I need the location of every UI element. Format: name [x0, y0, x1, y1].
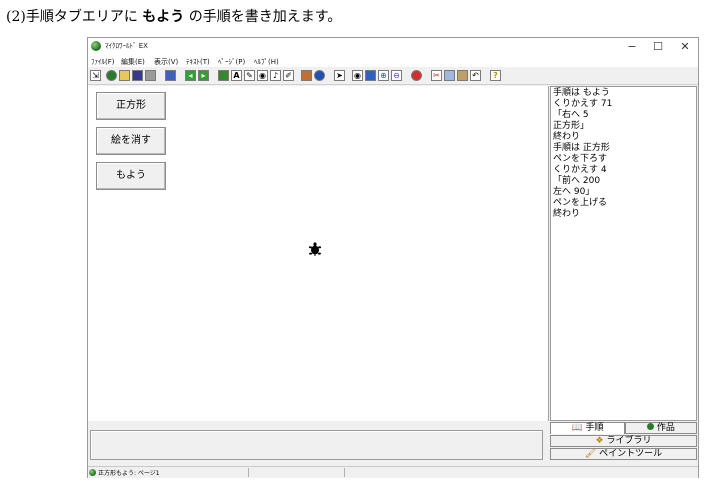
- sprite-icon[interactable]: [301, 70, 312, 81]
- menu-help[interactable]: ﾍﾙﾌﾟ(H): [254, 57, 279, 67]
- title-bar: ﾏｲｸﾛﾜｰﾙﾄﾞ EX − ☐ ✕: [88, 38, 698, 55]
- code-line: 左へ 90」: [553, 187, 595, 197]
- eye-icon[interactable]: ◉: [257, 70, 268, 81]
- code-line: くりかえす 4: [553, 165, 607, 175]
- drawing-canvas[interactable]: 正方形 絵を消す もよう: [88, 86, 549, 421]
- open-folder-icon[interactable]: [119, 70, 130, 81]
- message-area[interactable]: [90, 430, 543, 460]
- copy-icon[interactable]: [444, 70, 455, 81]
- status-text: 正方形もよう: ページ1: [98, 470, 160, 477]
- tab-procedure[interactable]: 📖 手順: [550, 422, 625, 434]
- tab-library-label: ライブラリ: [606, 436, 652, 446]
- back-arrow-icon[interactable]: ◂: [185, 70, 196, 81]
- list-icon[interactable]: [165, 70, 176, 81]
- pin-icon[interactable]: ⇲: [90, 70, 101, 81]
- menu-bar: ﾌｧｲﾙ(F) 編集(E) 表示(V) ﾃｷｽﾄ(T) ﾍﾟｰｼﾞ(P) ﾍﾙﾌ…: [88, 55, 698, 67]
- print-icon[interactable]: [145, 70, 156, 81]
- maximize-button[interactable]: ☐: [645, 39, 671, 54]
- caption-prefix: (2)手順タブエリアに: [6, 9, 143, 25]
- status-bar: 正方形もよう: ページ1: [88, 466, 698, 478]
- code-line: 終わり: [553, 209, 581, 219]
- globe-icon: [647, 423, 655, 430]
- tab-works-label: 作品: [656, 423, 675, 433]
- code-line: ペンを上げる: [553, 198, 608, 208]
- code-line: ペンを下ろす: [553, 154, 608, 164]
- minimize-button[interactable]: −: [619, 39, 645, 54]
- code-line: 「前へ 200: [553, 176, 601, 186]
- text-box-icon[interactable]: A: [231, 70, 242, 81]
- code-line: 終わり: [553, 132, 581, 142]
- scissors-icon[interactable]: ✂: [431, 70, 442, 81]
- code-line: 「右へ 5: [553, 110, 589, 120]
- cursor-icon[interactable]: ➤: [334, 70, 345, 81]
- procedure-editor[interactable]: 手順は もよう くりかえす 71 「右へ 5 正方形」 終わり 手順は 正方形 …: [550, 86, 697, 421]
- instruction-caption: (2)手順タブエリアに もよう の手順を書き加えます。: [6, 6, 341, 26]
- music-icon[interactable]: ♪: [270, 70, 281, 81]
- close-button[interactable]: ✕: [672, 39, 698, 54]
- menu-view[interactable]: 表示(V): [154, 57, 178, 67]
- undo-icon[interactable]: ↶: [470, 70, 481, 81]
- book-icon: 📖: [571, 423, 583, 433]
- zoom-in-icon[interactable]: ⊕: [378, 70, 389, 81]
- stamp-icon[interactable]: [365, 70, 376, 81]
- view-icon[interactable]: ◉: [352, 70, 363, 81]
- turtle-icon[interactable]: [308, 242, 322, 256]
- tab-paint-tool[interactable]: 🖌 ペイントツール: [550, 448, 697, 460]
- pattern-button[interactable]: もよう: [96, 162, 166, 190]
- status-divider: [344, 468, 345, 477]
- paste-icon[interactable]: [457, 70, 468, 81]
- tab-library[interactable]: ❖ ライブラリ: [550, 435, 697, 447]
- toolbar: ⇲ ◂ ▸ A ✎ ◉ ♪ ✐ ➤ ◉ ⊕ ⊖ ✂ ↶ ?: [88, 68, 698, 85]
- globe-icon[interactable]: [106, 70, 117, 81]
- library-icon: ❖: [595, 436, 604, 446]
- code-line: 手順は もよう: [553, 88, 610, 98]
- menu-file[interactable]: ﾌｧｲﾙ(F): [91, 57, 115, 67]
- globe-icon: [89, 469, 96, 476]
- world-icon[interactable]: [314, 70, 325, 81]
- forward-arrow-icon[interactable]: ▸: [198, 70, 209, 81]
- code-line: 手順は 正方形: [553, 143, 610, 153]
- menu-edit[interactable]: 編集(E): [121, 57, 145, 67]
- code-line: 正方形」: [553, 121, 590, 131]
- zoom-out-icon[interactable]: ⊖: [391, 70, 402, 81]
- caption-suffix: の手順を書き加えます。: [184, 9, 342, 25]
- tab-works[interactable]: 作品: [625, 422, 697, 434]
- status-divider: [248, 468, 249, 477]
- brush-icon: 🖌: [584, 449, 597, 459]
- menu-text[interactable]: ﾃｷｽﾄ(T): [186, 57, 210, 67]
- menu-page[interactable]: ﾍﾟｰｼﾞ(P): [218, 57, 245, 67]
- paint-icon[interactable]: ✐: [283, 70, 294, 81]
- code-line: くりかえす 71: [553, 99, 613, 109]
- turtle-icon[interactable]: [218, 70, 229, 81]
- tab-paint-tool-label: ペイントツール: [599, 449, 663, 459]
- pencil-icon[interactable]: ✎: [244, 70, 255, 81]
- clear-drawing-button[interactable]: 絵を消す: [96, 127, 166, 155]
- save-icon[interactable]: [132, 70, 143, 81]
- window-title: ﾏｲｸﾛﾜｰﾙﾄﾞ EX: [105, 42, 148, 50]
- globe-icon: [91, 41, 101, 51]
- app-window: ﾏｲｸﾛﾜｰﾙﾄﾞ EX − ☐ ✕ ﾌｧｲﾙ(F) 編集(E) 表示(V) ﾃ…: [87, 37, 699, 478]
- square-button[interactable]: 正方形: [96, 92, 166, 120]
- caption-keyword: もよう: [142, 9, 185, 25]
- stop-icon[interactable]: [411, 70, 422, 81]
- tab-procedure-label: 手順: [585, 423, 604, 433]
- help-icon[interactable]: ?: [490, 70, 501, 81]
